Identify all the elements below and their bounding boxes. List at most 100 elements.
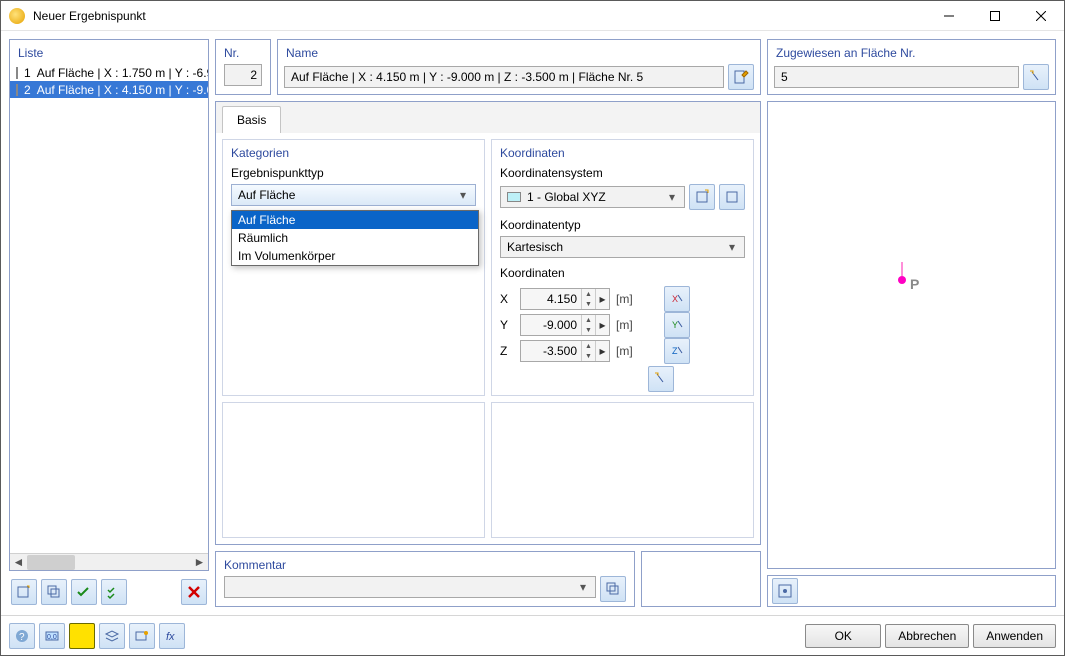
dropdown-option[interactable]: Auf Fläche — [232, 211, 478, 229]
scroll-left-icon[interactable]: ◄ — [10, 554, 27, 571]
svg-text:Z: Z — [672, 346, 678, 356]
name-input[interactable] — [284, 66, 724, 88]
svg-text:Y: Y — [672, 320, 678, 330]
spin-down-icon[interactable]: ▼ — [581, 325, 595, 335]
point-marker-label: P — [910, 276, 919, 292]
function-button[interactable]: fx — [159, 623, 185, 649]
cancel-button[interactable]: Abbrechen — [885, 624, 969, 648]
preview-toolbar — [767, 575, 1056, 607]
dropdown-option[interactable]: Räumlich — [232, 229, 478, 247]
y-input[interactable]: ▲▼ ▸ — [520, 314, 610, 336]
spin-up-icon[interactable]: ▲ — [581, 289, 595, 299]
kommentar-panel: Kommentar ▾ — [215, 551, 635, 607]
unit-label: [m] — [616, 318, 638, 332]
pick-y-button[interactable]: Y — [664, 312, 690, 338]
nr-head: Nr. — [216, 40, 270, 64]
color-button[interactable] — [69, 623, 95, 649]
svg-text:0,0: 0,0 — [47, 634, 57, 641]
minimize-button[interactable] — [926, 1, 972, 31]
app-icon — [9, 8, 25, 24]
pick-z-button[interactable]: Z — [664, 338, 690, 364]
list-item-number: 1 — [24, 66, 31, 80]
chevron-down-icon: ▾ — [666, 190, 678, 204]
x-input[interactable]: ▲▼ ▸ — [520, 288, 610, 310]
list-item[interactable]: 2 Auf Fläche | X : 4.150 m | Y : -9.00 — [10, 81, 208, 98]
point-marker-stem — [901, 262, 903, 276]
edit-system-button[interactable] — [719, 184, 745, 210]
zugewiesen-input[interactable] — [774, 66, 1019, 88]
spin-down-icon[interactable]: ▼ — [581, 299, 595, 309]
check-button[interactable] — [71, 579, 97, 605]
list-item-label: Auf Fläche | X : 1.750 m | Y : -6.90 — [37, 66, 208, 80]
pick-surface-button[interactable] — [1023, 64, 1049, 90]
window-title: Neuer Ergebnispunkt — [33, 9, 146, 23]
koordinatensystem-combo[interactable]: 1 - Global XYZ ▾ — [500, 186, 685, 208]
preview-3d[interactable]: P — [767, 101, 1056, 569]
list-item[interactable]: 1 Auf Fläche | X : 1.750 m | Y : -6.90 — [10, 64, 208, 81]
unit-label: [m] — [616, 344, 638, 358]
list-item-label: Auf Fläche | X : 4.150 m | Y : -9.00 — [37, 83, 208, 97]
step-right-icon[interactable]: ▸ — [595, 341, 609, 361]
z-input[interactable]: ▲▼ ▸ — [520, 340, 610, 362]
kommentar-combo[interactable]: ▾ — [224, 576, 596, 598]
kategorien-head: Kategorien — [223, 140, 484, 164]
apply-button[interactable]: Anwenden — [973, 624, 1056, 648]
new-item-button[interactable] — [11, 579, 37, 605]
chevron-down-icon: ▾ — [457, 188, 469, 202]
preview-settings-button[interactable] — [772, 578, 798, 604]
x-value[interactable] — [521, 289, 581, 309]
tab-basis[interactable]: Basis — [222, 106, 281, 133]
z-value[interactable] — [521, 341, 581, 361]
close-button[interactable] — [1018, 1, 1064, 31]
check-all-button[interactable] — [101, 579, 127, 605]
view-button[interactable] — [129, 623, 155, 649]
pick-point-button[interactable] — [648, 366, 674, 392]
liste-panel: Liste 1 Auf Fläche | X : 1.750 m | Y : -… — [9, 39, 209, 571]
ergebnispunkttyp-combo[interactable]: Auf Fläche ▾ — [231, 184, 476, 206]
koordinatentyp-value: Kartesisch — [507, 240, 726, 254]
liste-head: Liste — [10, 40, 208, 64]
tabs: Basis — [215, 101, 761, 133]
edit-name-button[interactable] — [728, 64, 754, 90]
dropdown-option[interactable]: Im Volumenkörper — [232, 247, 478, 265]
ergebnispunkttyp-label: Ergebnispunkttyp — [223, 164, 484, 182]
koordinaten-panel: Koordinaten Koordinatensystem 1 - Global… — [491, 139, 754, 396]
koordinatentyp-label: Koordinatentyp — [492, 216, 753, 234]
koordinaten-head: Koordinaten — [492, 140, 753, 164]
ergebnispunkttyp-value: Auf Fläche — [238, 188, 457, 202]
spin-down-icon[interactable]: ▼ — [581, 351, 595, 361]
step-right-icon[interactable]: ▸ — [595, 315, 609, 335]
nr-input[interactable] — [224, 64, 262, 86]
kommentar-library-button[interactable] — [600, 576, 626, 602]
units-button[interactable]: 0,0 — [39, 623, 65, 649]
ok-button[interactable]: OK — [805, 624, 881, 648]
spin-up-icon[interactable]: ▲ — [581, 315, 595, 325]
koordinatensystem-label: Koordinatensystem — [492, 164, 753, 182]
list-item-number: 2 — [24, 83, 31, 97]
koordinatentyp-combo[interactable]: Kartesisch ▾ — [500, 236, 745, 258]
color-swatch — [16, 84, 18, 96]
scroll-thumb[interactable] — [27, 555, 75, 570]
new-system-button[interactable] — [689, 184, 715, 210]
unit-label: [m] — [616, 292, 638, 306]
maximize-button[interactable] — [972, 1, 1018, 31]
y-value[interactable] — [521, 315, 581, 335]
zugewiesen-head: Zugewiesen an Fläche Nr. — [768, 40, 1055, 64]
pick-x-button[interactable]: X — [664, 286, 690, 312]
horizontal-scrollbar[interactable]: ◄ ► — [10, 553, 208, 570]
spin-up-icon[interactable]: ▲ — [581, 341, 595, 351]
point-marker-icon — [898, 276, 906, 284]
color-swatch — [16, 67, 18, 79]
svg-text:X: X — [672, 294, 678, 304]
scroll-right-icon[interactable]: ► — [191, 554, 208, 571]
kategorien-panel: Kategorien Ergebnispunkttyp Auf Fläche ▾… — [222, 139, 485, 396]
copy-item-button[interactable] — [41, 579, 67, 605]
color-swatch — [507, 192, 521, 202]
liste-toolbar — [9, 577, 209, 607]
delete-button[interactable] — [181, 579, 207, 605]
liste-body[interactable]: 1 Auf Fläche | X : 1.750 m | Y : -6.90 2… — [10, 64, 208, 553]
layers-button[interactable] — [99, 623, 125, 649]
ergebnispunkttyp-dropdown: Auf Fläche Räumlich Im Volumenkörper — [231, 210, 479, 266]
help-button[interactable]: ? — [9, 623, 35, 649]
step-right-icon[interactable]: ▸ — [595, 289, 609, 309]
